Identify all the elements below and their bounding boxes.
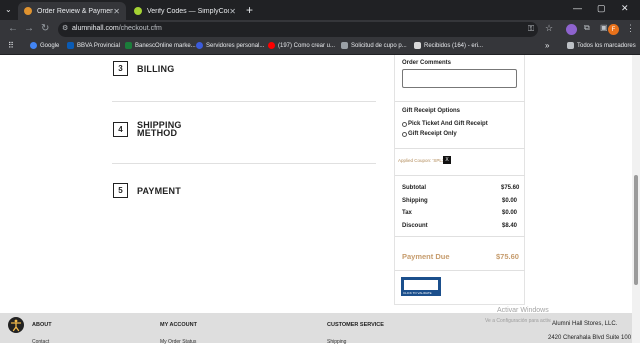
accessibility-icon[interactable]: [8, 317, 24, 333]
site-info-icon[interactable]: ⚙: [62, 24, 68, 32]
new-tab-button[interactable]: +: [246, 4, 253, 16]
bookmarks-bar: ⠿ Google BBVA Provincial BanescOnline ma…: [0, 39, 640, 55]
step-label: BILLING: [137, 63, 175, 74]
forward-icon[interactable]: →: [24, 23, 34, 34]
step-number: 3: [113, 61, 128, 76]
bookmark-youtube[interactable]: (197) Como crear u...: [268, 42, 335, 49]
google-icon: [30, 42, 37, 49]
scrollbar-thumb[interactable]: [634, 175, 638, 285]
divider: [395, 175, 525, 176]
bookmark-bbva[interactable]: BBVA Provincial: [67, 42, 120, 49]
tab-search-button[interactable]: ⌄: [5, 5, 12, 14]
folder-icon: [567, 42, 574, 49]
applied-coupon-text: Applied Coupon: 'SPL10': [398, 158, 448, 163]
subtotal-value: $75.60: [501, 185, 520, 191]
url-text: alumnihall.com/checkout.cfm: [72, 25, 162, 32]
footer-customer-service-heading: CUSTOMER SERVICE: [327, 322, 384, 328]
trust-seal-logo-icon: [404, 280, 438, 290]
discount-value: $8.40: [502, 223, 518, 229]
tax-label: Tax: [402, 210, 412, 216]
apps-grid-icon[interactable]: ⠿: [8, 41, 14, 50]
gift-option-label: Gift Receipt Only: [408, 131, 457, 137]
trust-seal-badge[interactable]: CLICK TO VALIDATE: [401, 277, 441, 296]
tab-verify-codes[interactable]: Verify Codes — SimplyCodes ✕: [128, 2, 242, 20]
order-comments-input[interactable]: [402, 69, 517, 88]
bookmark-google[interactable]: Google: [30, 42, 59, 49]
servidores-icon: [196, 42, 203, 49]
close-window-icon[interactable]: ✕: [621, 3, 629, 14]
footer-my-account-heading: MY ACCOUNT: [160, 322, 197, 328]
footer-shipping-link[interactable]: Shipping: [327, 339, 346, 345]
browser-toolbar: ← → ↻ ⚙ alumnihall.com/checkout.cfm ⚿ ☆ …: [0, 20, 640, 39]
divider: [395, 148, 525, 149]
reload-icon[interactable]: ↻: [41, 23, 49, 34]
order-comments-label: Order Comments: [402, 60, 452, 66]
bookmark-solicitud[interactable]: Solicitud de cupo p...: [341, 42, 407, 49]
address-bar[interactable]: ⚙ alumnihall.com/checkout.cfm: [58, 22, 538, 37]
close-tab-icon[interactable]: ✕: [113, 7, 120, 16]
gift-option-pick-ticket-radio[interactable]: [402, 122, 407, 127]
minimize-icon[interactable]: —: [573, 3, 582, 13]
divider: [112, 101, 376, 102]
profile-avatar[interactable]: F: [608, 24, 619, 35]
side-panel-icon[interactable]: ▣: [600, 23, 608, 32]
step-shipping-method[interactable]: 4 SHIPPING METHOD: [113, 120, 187, 138]
checkout-page: [0, 55, 632, 343]
bookmark-banesco[interactable]: BanescOnline marke...: [125, 42, 196, 49]
bookmark-gmail[interactable]: Recibidos (164) - eri...: [414, 42, 483, 49]
divider: [395, 236, 525, 237]
youtube-icon: [268, 42, 275, 49]
back-icon[interactable]: ←: [8, 23, 18, 34]
simplycodes-favicon-icon: [134, 7, 142, 15]
step-payment[interactable]: 5 PAYMENT: [113, 183, 187, 198]
gift-option-label: Pick Ticket And Gift Receipt: [408, 121, 488, 127]
divider: [395, 101, 525, 102]
maximize-icon[interactable]: ▢: [597, 3, 606, 14]
remove-coupon-button[interactable]: X: [443, 156, 451, 164]
tab-title: Verify Codes — SimplyCodes: [147, 7, 229, 15]
footer-company-name: Alumni Hall Stores, LLC.: [552, 321, 618, 327]
windows-activation-watermark: Activar Windows: [497, 307, 549, 314]
payment-due-value: $75.60: [496, 252, 519, 261]
footer-order-status-link[interactable]: My Order Status: [160, 339, 196, 345]
gift-receipt-label: Gift Receipt Options: [402, 108, 461, 114]
step-number: 5: [113, 183, 128, 198]
trust-seal-caption: CLICK TO VALIDATE: [403, 291, 432, 295]
discount-label: Discount: [402, 223, 428, 229]
more-bookmarks-button[interactable]: »: [545, 41, 549, 50]
shipping-label: Shipping: [402, 198, 428, 204]
tab-title: Order Review & Payment | Alun: [37, 7, 114, 15]
footer-company-address: 2420 Cherahala Blvd Suite 100: [548, 335, 632, 341]
close-tab-icon[interactable]: ✕: [229, 7, 236, 16]
order-summary-panel: [394, 55, 525, 305]
payment-due-label: Payment Due: [402, 252, 450, 261]
password-key-icon[interactable]: ⚿: [528, 24, 534, 34]
step-number: 4: [113, 121, 128, 137]
banesco-icon: [125, 42, 132, 49]
bookmark-star-icon[interactable]: ☆: [545, 23, 553, 34]
gmail-icon: [414, 42, 421, 49]
tax-value: $0.00: [502, 210, 518, 216]
step-billing[interactable]: 3 BILLING: [113, 61, 187, 76]
step-label: SHIPPING METHOD: [137, 120, 182, 138]
windows-activation-subtext: Ve a Configuración para activar Windows.: [485, 318, 551, 324]
gift-option-receipt-only-radio[interactable]: [402, 132, 407, 137]
bookmark-servidores[interactable]: Servidores personal...: [196, 42, 264, 49]
all-bookmarks[interactable]: Todos los marcadores: [567, 42, 636, 49]
subtotal-label: Subtotal: [402, 185, 426, 191]
step-label: PAYMENT: [137, 185, 181, 196]
divider: [395, 270, 525, 271]
alumnihall-favicon-icon: [24, 7, 32, 15]
divider: [112, 163, 376, 164]
footer-contact-link[interactable]: Contact: [32, 339, 49, 345]
extension-icon[interactable]: [566, 24, 577, 35]
shipping-value: $0.00: [502, 198, 518, 204]
bbva-icon: [67, 42, 74, 49]
menu-kebab-icon[interactable]: ⋮: [626, 23, 635, 34]
tab-order-review[interactable]: Order Review & Payment | Alun ✕: [18, 2, 126, 20]
title-bar: ⌄ Order Review & Payment | Alun ✕ Verify…: [0, 0, 640, 20]
footer-about-heading: ABOUT: [32, 322, 52, 328]
document-icon: [341, 42, 348, 49]
extensions-puzzle-icon[interactable]: ⧉: [584, 23, 590, 33]
